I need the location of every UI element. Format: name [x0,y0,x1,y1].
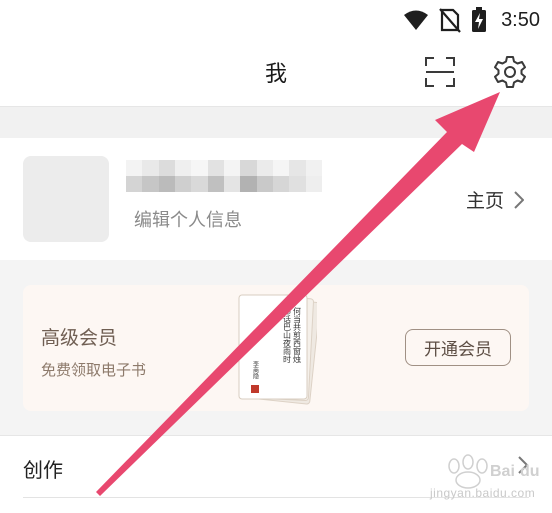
svg-text:du: du [520,463,540,480]
homepage-link[interactable]: 主页 [466,186,524,213]
username-mosaic [126,160,322,192]
svg-text:却话巴山夜雨时: 却话巴山夜雨时 [283,306,292,363]
section-separator [0,106,552,138]
avatar[interactable] [23,156,109,242]
status-bar: 3:50 [0,0,552,40]
profile-section[interactable]: 编辑个人信息 主页 [0,138,552,260]
vip-title: 高级会员 [41,327,118,349]
create-label: 创作 [23,458,63,482]
svg-text:Bai: Bai [490,463,515,480]
status-time: 3:50 [501,8,540,31]
svg-text:李商隐: 李商隐 [252,360,259,380]
ebook-illustration: 何当共剪西窗烛 却话巴山夜雨时 李商隐 [238,294,317,405]
open-vip-button[interactable]: 开通会员 [405,329,511,366]
vip-subtitle: 免费领取电子书 [41,361,147,379]
battery-charging-icon [472,7,487,32]
settings-button[interactable] [492,54,528,90]
header: 我 [0,40,552,106]
gear-icon [494,56,526,88]
svg-text:何当共剪西窗烛: 何当共剪西窗烛 [293,306,302,364]
scan-icon [425,57,455,87]
wifi-icon [404,10,429,30]
chevron-right-icon [514,190,524,209]
vip-card[interactable]: 高级会员 免费领取电子书 何当共剪西窗烛 却话巴山夜雨时 李商隐 开通会员 [23,285,529,411]
edit-profile-link[interactable]: 编辑个人信息 [134,206,242,232]
status-icons: 3:50 [403,6,540,34]
page-title: 我 [264,62,287,87]
watermark-url: jingyan.baidu.com [430,486,536,500]
scan-button[interactable] [424,56,456,88]
homepage-label: 主页 [465,190,504,212]
no-sim-icon [439,8,461,33]
